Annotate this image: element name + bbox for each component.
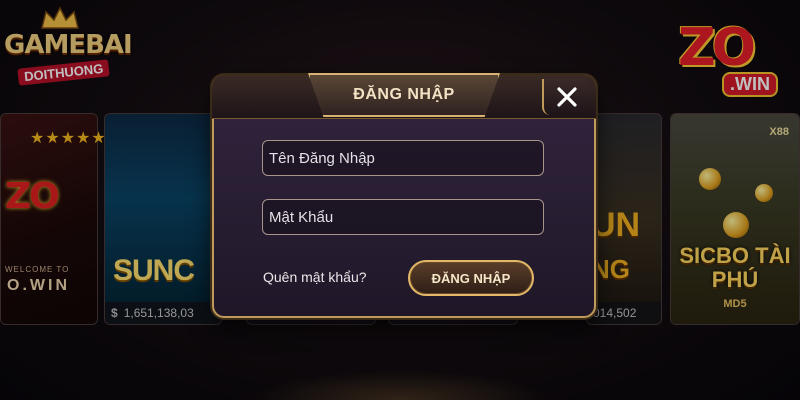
login-dialog: ĐĂNG NHẬP Quên mật khẩu? ĐĂNG NHẬP (212, 73, 596, 318)
password-field[interactable] (262, 199, 544, 235)
dialog-title-plate: ĐĂNG NHẬP (308, 73, 500, 117)
login-button[interactable]: ĐĂNG NHẬP (408, 260, 534, 296)
bottom-decoration (250, 370, 550, 400)
username-input[interactable] (269, 149, 543, 167)
close-icon (557, 87, 577, 107)
password-input[interactable] (269, 208, 543, 226)
close-button[interactable] (542, 79, 590, 115)
dialog-title: ĐĂNG NHẬP (353, 86, 455, 103)
username-field[interactable] (262, 140, 544, 176)
forgot-password-link[interactable]: Quên mật khẩu? (263, 269, 367, 285)
